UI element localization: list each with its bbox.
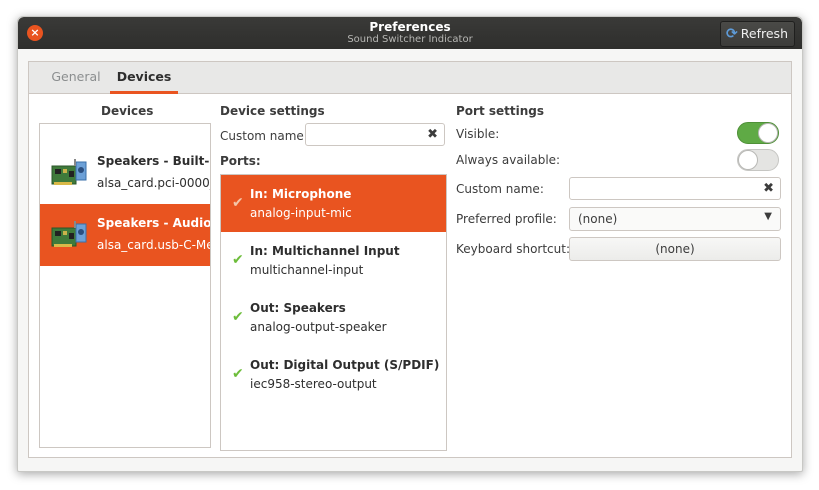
keyboard-shortcut-button[interactable]: (none) [569,237,781,261]
tab-devices[interactable]: Devices [110,62,178,94]
device-name: Speakers - Built-in [97,154,211,168]
check-icon: ✔ [232,252,244,268]
refresh-icon: ⟳ [726,26,738,42]
preferences-notebook: General Devices Devices Speakers - Built… [28,61,792,458]
always-available-label: Always available: [456,153,561,167]
sound-card-icon [51,159,87,185]
keyboard-shortcut-label: Keyboard shortcut: [456,242,571,256]
preferences-window: × Preferences Sound Switcher Indicator ⟳… [17,16,803,472]
device-id: alsa_card.usb-C-Me [97,238,211,252]
visible-label: Visible: [456,127,500,141]
switch-knob [738,150,758,170]
port-id: multichannel-input [250,263,364,277]
port-id: analog-output-speaker [250,320,387,334]
tab-bar: General Devices [29,62,791,94]
sound-card-icon [51,221,87,247]
window-subtitle: Sound Switcher Indicator [347,34,473,45]
port-row-selected[interactable]: ✔ In: Microphone analog-input-mic [221,175,446,232]
refresh-button[interactable]: ⟳ Refresh [720,21,795,47]
tab-general[interactable]: General [41,62,111,93]
device-row[interactable]: Speakers - Built-in alsa_card.pci-0000_ [40,142,210,204]
visible-switch[interactable] [737,122,779,144]
device-id: alsa_card.pci-0000_ [97,176,211,190]
port-settings-heading: Port settings [456,104,545,118]
chevron-down-icon: ▼ [764,211,772,222]
device-custom-name-label: Custom name: [220,129,308,143]
check-icon: ✔ [232,366,244,382]
devices-heading: Devices [101,104,154,118]
port-custom-name-input[interactable]: ✖ [569,177,781,200]
port-name: Out: Speakers [250,301,346,315]
window-title: Preferences [369,20,451,34]
check-icon: ✔ [232,309,244,325]
port-name: In: Multichannel Input [250,244,400,258]
device-row-selected[interactable]: Speakers - Audio A alsa_card.usb-C-Me [40,204,210,266]
port-name: In: Microphone [250,187,352,201]
check-icon: ✔ [232,195,244,211]
refresh-label: Refresh [740,26,788,41]
port-name: Out: Digital Output (S/PDIF) [250,358,440,372]
clear-icon[interactable]: ✖ [763,181,774,196]
port-id: analog-input-mic [250,206,352,220]
preferred-profile-value: (none) [578,212,618,226]
device-name: Speakers - Audio A [97,216,211,230]
port-row[interactable]: ✔ Out: Speakers analog-output-speaker [221,289,446,346]
clear-icon[interactable]: ✖ [427,127,438,142]
ports-label: Ports: [220,154,261,168]
device-settings-heading: Device settings [220,104,325,118]
always-available-switch[interactable] [737,149,779,171]
ports-list[interactable]: ✔ In: Microphone analog-input-mic ✔ In: … [220,174,447,451]
port-row[interactable]: ✔ Out: Digital Output (S/PDIF) iec958-st… [221,346,446,403]
port-row[interactable]: ✔ In: Multichannel Input multichannel-in… [221,232,446,289]
device-custom-name-input[interactable]: ✖ [305,123,445,146]
switch-knob [758,123,778,143]
port-id: iec958-stereo-output [250,377,377,391]
title-bar: × Preferences Sound Switcher Indicator ⟳… [18,17,802,49]
preferred-profile-label: Preferred profile: [456,212,557,226]
devices-list[interactable]: Speakers - Built-in alsa_card.pci-0000_ … [39,123,211,448]
port-custom-name-label: Custom name: [456,182,544,196]
preferred-profile-select[interactable]: (none) ▼ [569,207,781,231]
